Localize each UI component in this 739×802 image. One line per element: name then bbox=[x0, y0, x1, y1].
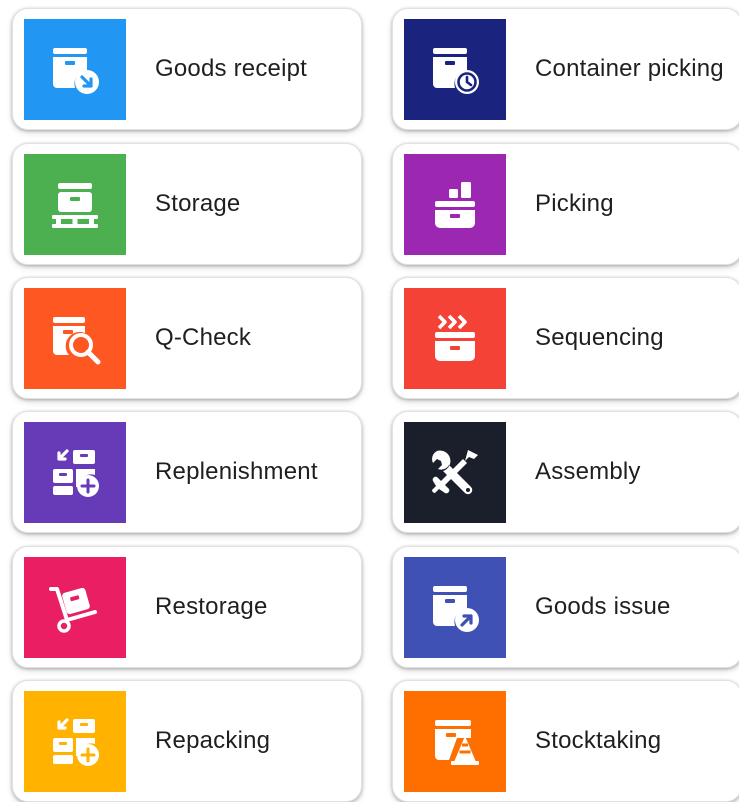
tile-container-picking[interactable]: Container picking bbox=[392, 8, 739, 130]
container-magnifier-icon bbox=[53, 316, 101, 364]
tile-sequencing[interactable]: Sequencing bbox=[392, 277, 739, 399]
replenishment-icon-box bbox=[24, 422, 126, 523]
sequencing-icon-box bbox=[404, 288, 506, 389]
tile-stocktaking[interactable]: Stocktaking bbox=[392, 680, 739, 802]
tile-label: Picking bbox=[535, 190, 614, 217]
assembly-icon-box bbox=[404, 422, 506, 523]
tile-label: Storage bbox=[155, 190, 241, 217]
goods-receipt-icon-box bbox=[24, 19, 126, 120]
tile-label: Container picking bbox=[535, 55, 724, 82]
hand-truck-icon bbox=[49, 586, 97, 633]
boxes-plus-icon bbox=[53, 448, 99, 497]
restorage-icon-box bbox=[24, 557, 126, 658]
stocktaking-icon-box bbox=[404, 691, 506, 792]
tile-label: Sequencing bbox=[535, 324, 664, 351]
container-arrow-out-icon bbox=[433, 585, 479, 632]
tile-label: Assembly bbox=[535, 458, 641, 485]
tile-goods-receipt[interactable]: Goods receipt bbox=[12, 8, 362, 130]
container-clock-icon bbox=[433, 47, 479, 94]
tile-restorage[interactable]: Restorage bbox=[12, 546, 362, 668]
picking-icon-box bbox=[404, 154, 506, 255]
tile-label: Repacking bbox=[155, 727, 271, 754]
tile-label: Goods receipt bbox=[155, 55, 308, 82]
tile-q-check[interactable]: Q-Check bbox=[12, 277, 362, 399]
q-check-icon-box bbox=[24, 288, 126, 389]
picking-boxes-icon bbox=[435, 181, 475, 228]
container-pallet-icon bbox=[52, 182, 98, 228]
goods-issue-icon-box bbox=[404, 557, 506, 658]
tile-label: Restorage bbox=[155, 593, 268, 620]
tile-goods-issue[interactable]: Goods issue bbox=[392, 546, 739, 668]
tile-assembly[interactable]: Assembly bbox=[392, 411, 739, 533]
container-cone-icon bbox=[435, 719, 479, 765]
tile-label: Replenishment bbox=[155, 458, 318, 485]
container-chevrons-icon bbox=[435, 314, 475, 361]
wrench-screwdriver-icon bbox=[432, 449, 478, 494]
container-picking-icon-box bbox=[404, 19, 506, 120]
tile-label: Q-Check bbox=[155, 324, 252, 351]
storage-icon-box bbox=[24, 154, 126, 255]
tile-label: Stocktaking bbox=[535, 727, 662, 754]
tile-picking[interactable]: Picking bbox=[392, 143, 739, 265]
tile-label: Goods issue bbox=[535, 593, 671, 620]
container-arrow-in-icon bbox=[53, 47, 99, 94]
boxes-plus-icon bbox=[53, 717, 99, 766]
repacking-icon-box bbox=[24, 691, 126, 792]
tile-replenishment[interactable]: Replenishment bbox=[12, 411, 362, 533]
tile-repacking[interactable]: Repacking bbox=[12, 680, 362, 802]
tile-storage[interactable]: Storage bbox=[12, 143, 362, 265]
process-tile-grid: Goods receipt Container picking Storage … bbox=[0, 0, 739, 802]
